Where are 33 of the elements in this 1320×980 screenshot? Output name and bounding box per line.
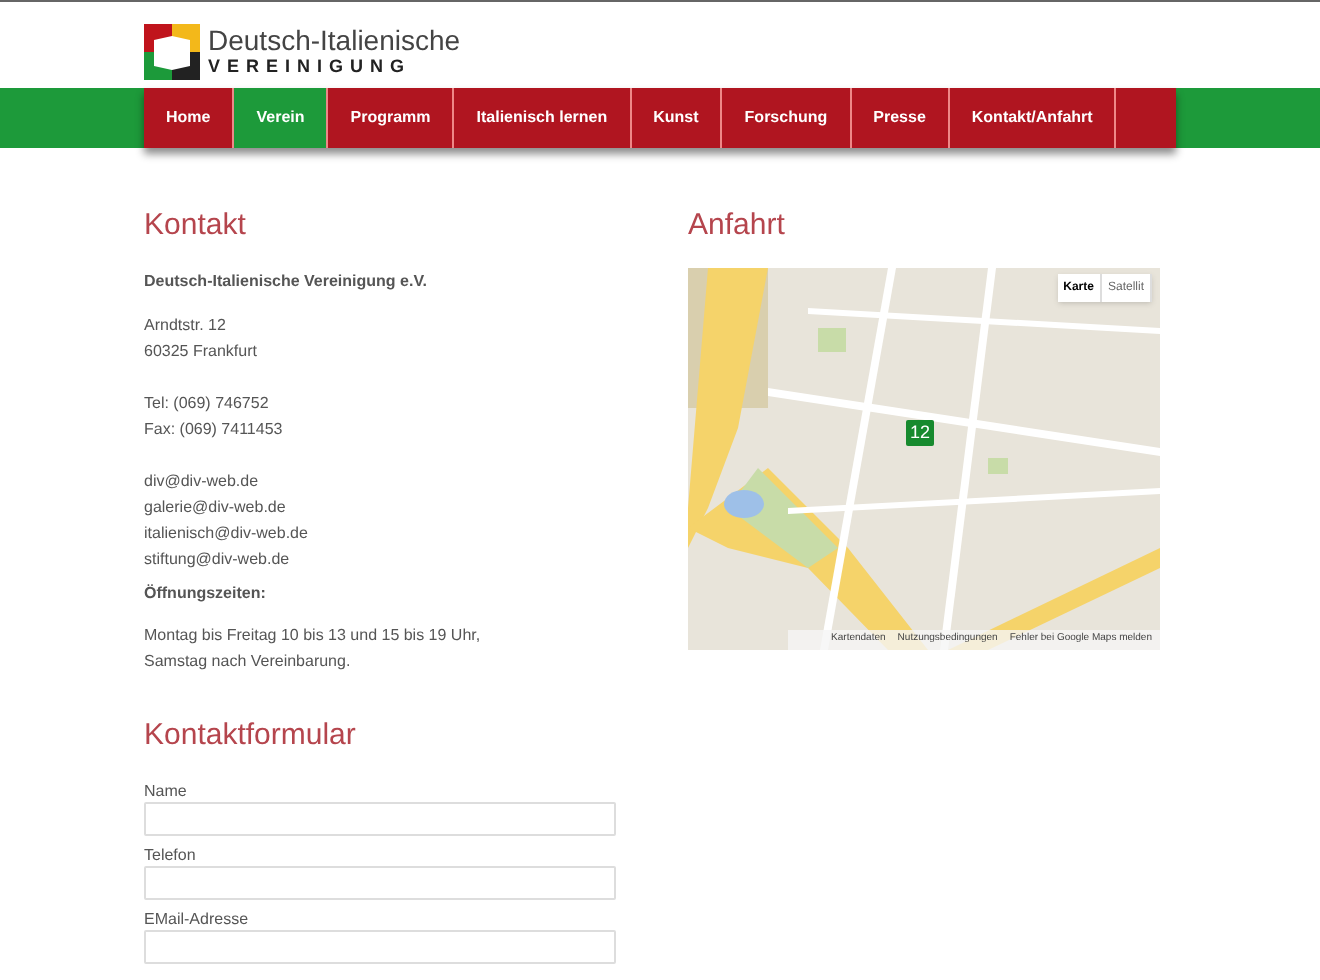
- phone-line: Tel: (069) 746752: [144, 392, 271, 416]
- nav-tab[interactable]: Home: [144, 88, 235, 148]
- address-line: 60325 Frankfurt: [144, 340, 259, 364]
- nav-tab[interactable]: Presse: [851, 88, 950, 148]
- address-line: Arndtstr. 12: [144, 314, 228, 338]
- nav-tab[interactable]: Italienisch lernen: [454, 88, 632, 148]
- nav-tab[interactable]: Kontakt/Anfahrt: [949, 88, 1117, 148]
- field-label: Name: [144, 780, 189, 802]
- phone-line: Fax: (069) 7411453: [144, 418, 285, 442]
- form-heading: Kontaktformular: [144, 718, 358, 754]
- logo-title: Deutsch-Italienische: [208, 26, 461, 56]
- contact-heading: Kontakt: [144, 208, 248, 244]
- directions-heading: Anfahrt: [688, 208, 787, 244]
- nav-tab[interactable]: Verein: [234, 88, 329, 148]
- field-label: EMail-Adresse: [144, 908, 251, 930]
- input-field[interactable]: [144, 930, 616, 964]
- nav-tab[interactable]: Programm: [328, 88, 455, 148]
- organization-name: Deutsch-Italienische Vereinigung e.V.: [144, 270, 430, 294]
- email-link[interactable]: stiftung@div-web.de: [144, 546, 616, 572]
- hours-line: Montag bis Freitag 10 bis 13 und 15 bis 19 Uhr,: [144, 624, 483, 648]
- input-field[interactable]: [144, 802, 616, 836]
- hours-line: Samstag nach Vereinbarung.: [144, 650, 353, 674]
- field-label: Telefon: [144, 844, 198, 866]
- email-link[interactable]: italienisch@div-web.de: [144, 520, 616, 546]
- map-marker[interactable]: 12: [906, 420, 935, 446]
- logo-icon: [144, 24, 200, 80]
- input-field[interactable]: [144, 866, 616, 900]
- email-link[interactable]: div@div-web.de: [144, 468, 616, 494]
- nav-tab[interactable]: Forschung: [722, 88, 852, 148]
- hours-label: Öffnungszeiten:: [144, 582, 268, 606]
- logo-subtitle: VEREINIGUNG: [208, 56, 414, 78]
- email-link[interactable]: galerie@div-web.de: [144, 494, 616, 520]
- nav-tab[interactable]: Kunst: [631, 88, 723, 148]
